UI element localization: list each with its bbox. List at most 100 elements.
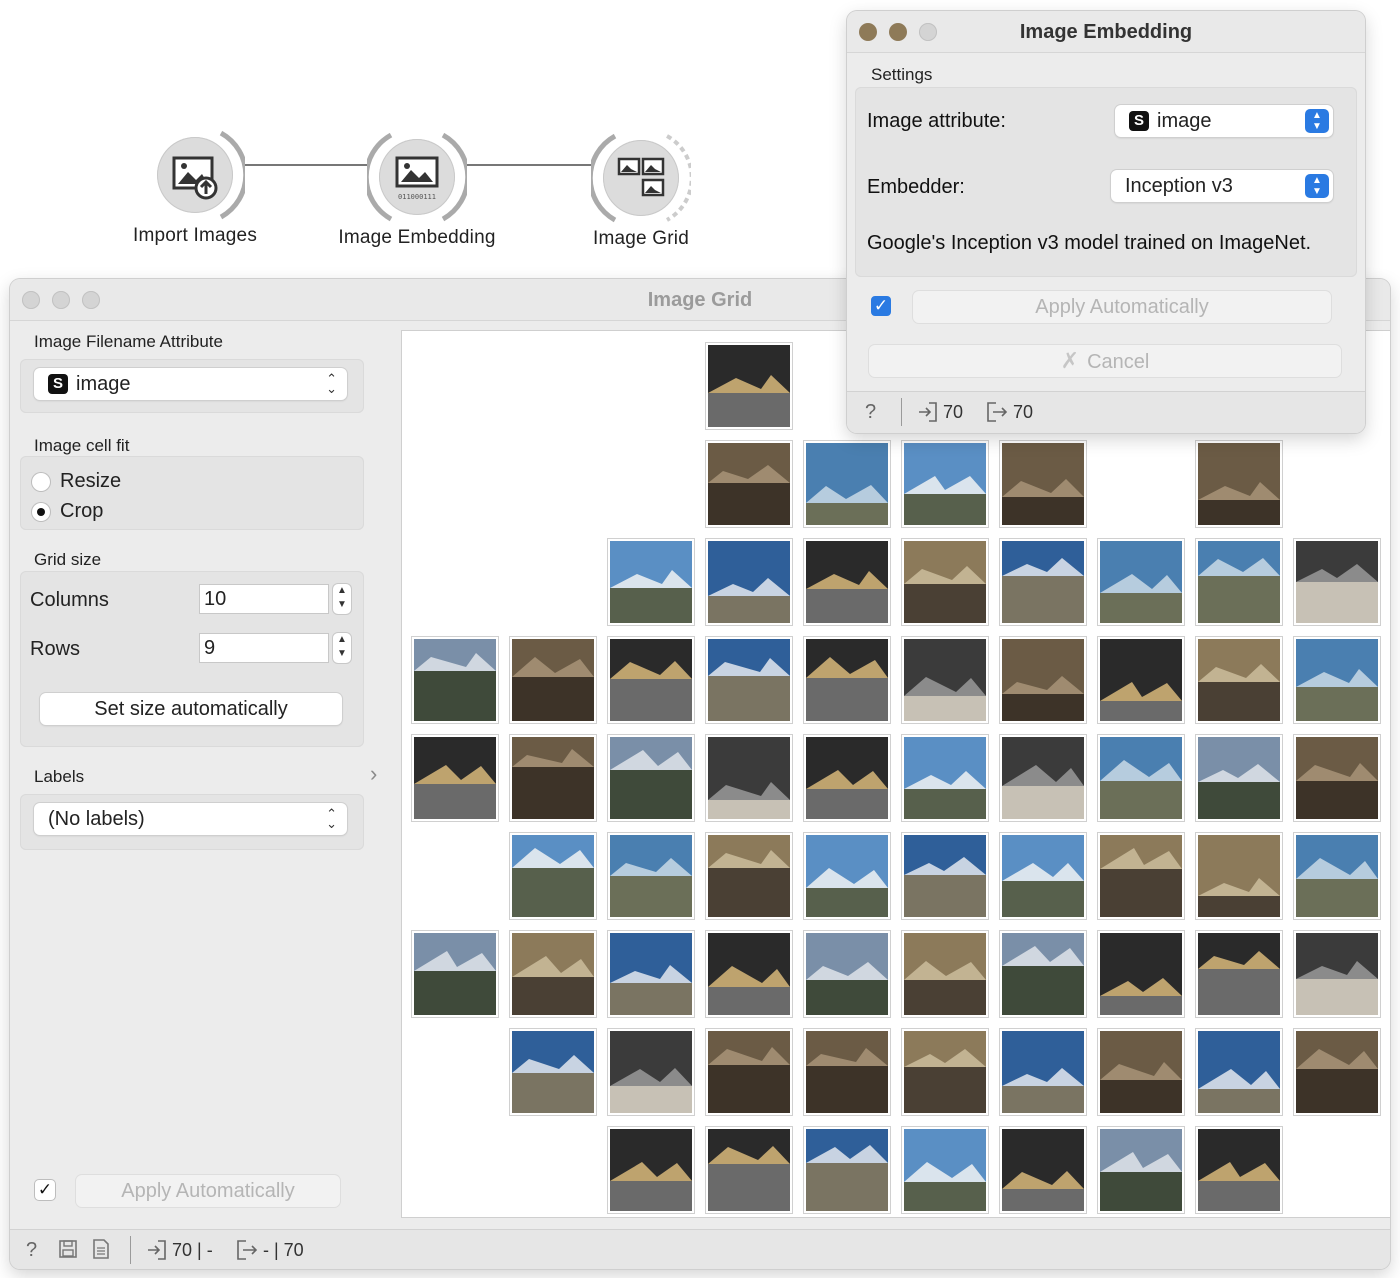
image-thumbnail[interactable]: [706, 343, 792, 429]
image-thumbnail[interactable]: [1098, 931, 1184, 1017]
input-summary[interactable]: 70: [917, 401, 963, 423]
radio-button[interactable]: [32, 502, 50, 521]
image-thumbnail[interactable]: [804, 735, 890, 821]
filename-attr-combo[interactable]: S image ⌃ ⌄: [34, 368, 347, 400]
image-thumbnail[interactable]: [804, 833, 890, 919]
apply-automatically-button[interactable]: Apply Automatically: [913, 291, 1331, 323]
image-thumbnail[interactable]: [804, 539, 890, 625]
image-thumbnail[interactable]: [902, 539, 988, 625]
image-thumbnail[interactable]: [804, 931, 890, 1017]
image-thumbnail[interactable]: [706, 735, 792, 821]
image-thumbnail[interactable]: [1294, 833, 1380, 919]
image-thumbnail[interactable]: [608, 931, 694, 1017]
apply-automatically-checkbox[interactable]: ✓: [35, 1180, 55, 1200]
image-thumbnail[interactable]: [412, 931, 498, 1017]
columns-stepper[interactable]: ▲ ▼: [333, 584, 351, 614]
image-thumbnail[interactable]: [804, 637, 890, 723]
image-thumbnail[interactable]: [1000, 539, 1086, 625]
collapse-panel-chevron-icon[interactable]: ›: [370, 761, 377, 787]
image-thumbnail[interactable]: [1196, 441, 1282, 527]
image-thumbnail[interactable]: [510, 637, 596, 723]
image-thumbnail[interactable]: [706, 833, 792, 919]
image-thumbnail[interactable]: [1294, 637, 1380, 723]
image-thumbnail[interactable]: [1196, 833, 1282, 919]
image-thumbnail[interactable]: [1000, 637, 1086, 723]
image-thumbnail[interactable]: [608, 735, 694, 821]
rows-input[interactable]: 9: [200, 634, 328, 662]
image-thumbnail[interactable]: [902, 931, 988, 1017]
help-icon[interactable]: ?: [865, 401, 876, 424]
image-thumbnail[interactable]: [1294, 1029, 1380, 1115]
image-thumbnail[interactable]: [902, 637, 988, 723]
image-thumbnail[interactable]: [902, 441, 988, 527]
image-thumbnail[interactable]: [804, 441, 890, 527]
image-thumbnail[interactable]: [608, 1029, 694, 1115]
save-icon[interactable]: [58, 1239, 78, 1259]
image-thumbnail[interactable]: [706, 539, 792, 625]
image-thumbnail[interactable]: [412, 735, 498, 821]
image-thumbnail[interactable]: [706, 441, 792, 527]
embedder-select[interactable]: Inception v3 ▲ ▼: [1111, 170, 1333, 202]
image-thumbnail[interactable]: [608, 539, 694, 625]
image-thumbnail[interactable]: [1000, 833, 1086, 919]
image-thumbnail[interactable]: [804, 1127, 890, 1213]
apply-automatically-checkbox[interactable]: ✓: [871, 296, 891, 316]
radio-resize[interactable]: Resize: [32, 470, 121, 493]
workflow-link-1[interactable]: [243, 164, 368, 166]
image-thumbnail[interactable]: [902, 1029, 988, 1115]
image-thumbnail[interactable]: [706, 1127, 792, 1213]
image-thumbnail[interactable]: [510, 931, 596, 1017]
image-thumbnail[interactable]: [706, 1029, 792, 1115]
image-thumbnail[interactable]: [510, 1029, 596, 1115]
labels-combo[interactable]: (No labels) ⌃ ⌄: [34, 803, 347, 835]
image-thumbnail[interactable]: [412, 637, 498, 723]
radio-button[interactable]: [32, 472, 50, 491]
image-thumbnail[interactable]: [1000, 1127, 1086, 1213]
rows-stepper[interactable]: ▲ ▼: [333, 633, 351, 663]
columns-input[interactable]: 10: [200, 585, 328, 613]
image-thumbnail[interactable]: [1098, 539, 1184, 625]
image-thumbnail[interactable]: [1196, 1029, 1282, 1115]
image-thumbnail[interactable]: [1294, 539, 1380, 625]
image-thumbnail[interactable]: [1098, 1127, 1184, 1213]
image-grid-view[interactable]: [402, 331, 1390, 1217]
workflow-link-2[interactable]: [465, 164, 591, 166]
image-thumbnail[interactable]: [1000, 441, 1086, 527]
image-thumbnail[interactable]: [804, 1029, 890, 1115]
image-thumbnail[interactable]: [902, 833, 988, 919]
image-thumbnail[interactable]: [1196, 1127, 1282, 1213]
image-thumbnail[interactable]: [1000, 931, 1086, 1017]
help-icon[interactable]: ?: [26, 1239, 37, 1262]
image-thumbnail[interactable]: [902, 735, 988, 821]
image-thumbnail[interactable]: [1196, 931, 1282, 1017]
window-titlebar[interactable]: Image Embedding: [847, 11, 1365, 53]
image-thumbnail[interactable]: [1098, 637, 1184, 723]
report-icon[interactable]: [92, 1239, 110, 1259]
image-thumbnail[interactable]: [608, 1127, 694, 1213]
output-summary[interactable]: 70: [985, 401, 1033, 423]
image-thumbnail[interactable]: [706, 637, 792, 723]
output-summary[interactable]: - | 70: [235, 1239, 304, 1261]
apply-automatically-button[interactable]: Apply Automatically: [76, 1175, 340, 1207]
image-thumbnail[interactable]: [902, 1127, 988, 1213]
radio-crop[interactable]: Crop: [32, 500, 103, 523]
image-thumbnail[interactable]: [1000, 735, 1086, 821]
image-thumbnail[interactable]: [608, 833, 694, 919]
image-thumbnail[interactable]: [1196, 637, 1282, 723]
image-thumbnail[interactable]: [1000, 1029, 1086, 1115]
cancel-button[interactable]: ✗ Cancel: [869, 345, 1341, 377]
image-thumbnail[interactable]: [510, 735, 596, 821]
image-thumbnail[interactable]: [1098, 1029, 1184, 1115]
image-thumbnail[interactable]: [608, 637, 694, 723]
image-thumbnail[interactable]: [1294, 735, 1380, 821]
image-thumbnail[interactable]: [1294, 931, 1380, 1017]
set-size-automatically-button[interactable]: Set size automatically: [40, 693, 342, 725]
image-thumbnail[interactable]: [706, 931, 792, 1017]
image-attribute-select[interactable]: S image ▲ ▼: [1115, 105, 1333, 137]
image-thumbnail[interactable]: [1098, 833, 1184, 919]
input-summary[interactable]: 70 | -: [146, 1239, 213, 1261]
image-thumbnail[interactable]: [1098, 735, 1184, 821]
image-thumbnail[interactable]: [510, 833, 596, 919]
image-thumbnail[interactable]: [1196, 735, 1282, 821]
image-thumbnail[interactable]: [1196, 539, 1282, 625]
